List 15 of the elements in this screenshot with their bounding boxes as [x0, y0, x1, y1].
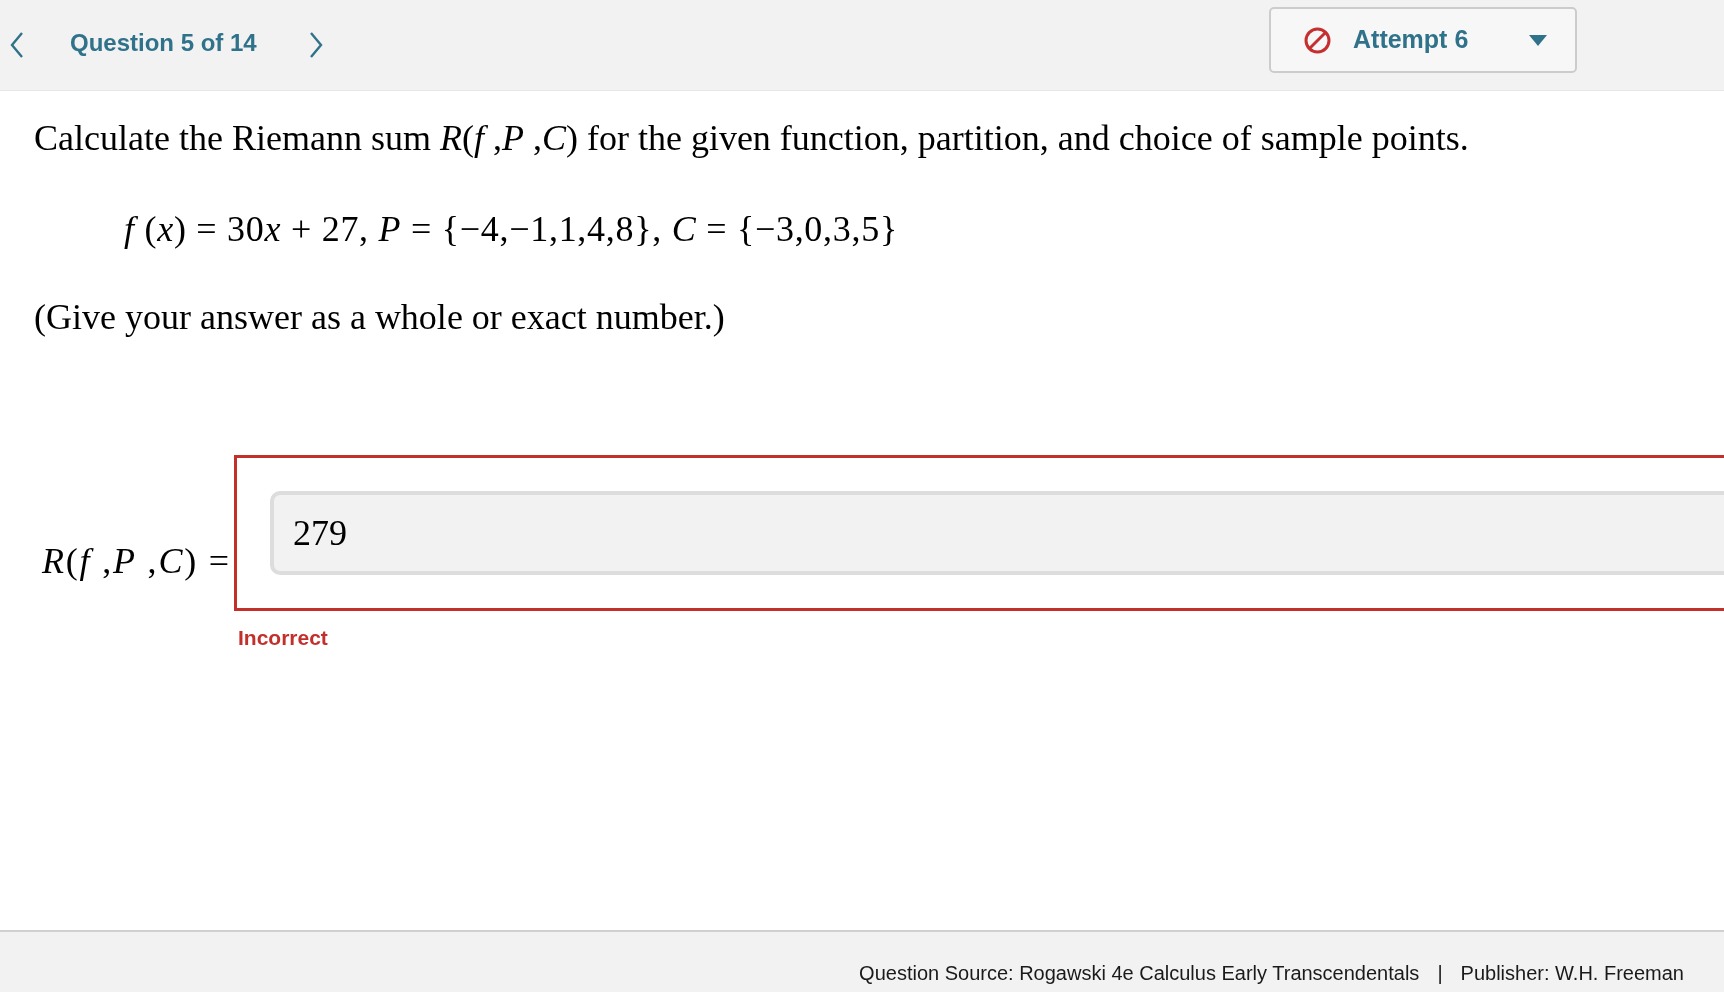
- answer-field[interactable]: 279: [270, 491, 1724, 575]
- chevron-left-icon: [10, 31, 24, 59]
- formula: f (x) = 30x + 27, P = {−4,−1,1,4,8}, C = {−3,0,3,5}: [124, 208, 898, 251]
- separator: |: [1437, 961, 1443, 986]
- publisher: Publisher: W.H. Freeman: [1460, 961, 1684, 986]
- question-source: Question Source: Rogawski 4e Calculus Early Transcendentals: [859, 961, 1420, 986]
- caret-icon: [1529, 34, 1547, 46]
- question-counter: Question 5 of 14: [70, 28, 257, 58]
- feedback-text: Incorrect: [238, 625, 328, 651]
- answer-instruction: (Give your answer as a whole or exact number.): [34, 296, 725, 339]
- answer-label: R(f ,P ,C) =: [42, 540, 232, 583]
- attempt-dropdown[interactable]: Attempt 6: [1269, 7, 1577, 73]
- chevron-right-icon: [308, 31, 323, 59]
- ban-icon: [1304, 26, 1331, 54]
- question-prompt: Calculate the Riemann sum R(f ,P ,C) for the given function, partition, and choice of sample points.: [34, 117, 1469, 160]
